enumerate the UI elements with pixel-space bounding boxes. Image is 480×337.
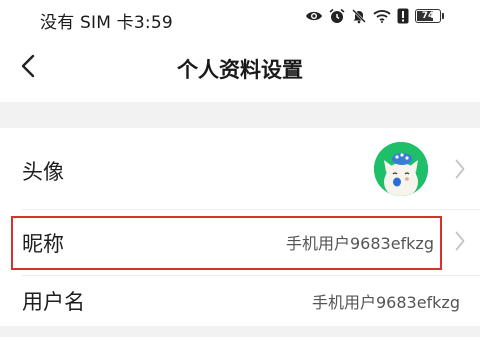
username-row: 用户名 手机用户9683efkzg bbox=[0, 276, 480, 326]
alarm-icon bbox=[329, 8, 345, 24]
page-title: 个人资料设置 bbox=[177, 58, 303, 82]
nickname-row[interactable]: 昵称 手机用户9683efkzg bbox=[0, 210, 480, 276]
username-row-label: 用户名 bbox=[22, 290, 85, 314]
section-divider bbox=[0, 102, 480, 128]
status-bar: 没有 SIM 卡3:59 74 bbox=[0, 0, 480, 34]
chevron-right-icon bbox=[452, 230, 468, 252]
chevron-right-icon bbox=[452, 158, 468, 180]
status-icons: 74 bbox=[305, 8, 444, 24]
section-divider-bottom bbox=[0, 326, 480, 337]
avatar-row-label: 头像 bbox=[22, 160, 64, 184]
battery-icon: 74 bbox=[415, 9, 444, 23]
battery-level: 74 bbox=[421, 11, 435, 21]
nav-bar: 个人资料设置 bbox=[0, 34, 480, 102]
mute-icon bbox=[351, 8, 367, 24]
avatar[interactable] bbox=[374, 142, 428, 196]
nickname-row-label: 昵称 bbox=[22, 232, 64, 256]
avatar-row[interactable]: 头像 bbox=[0, 128, 480, 210]
eye-icon bbox=[305, 9, 323, 23]
nickname-value: 手机用户9683efkzg bbox=[285, 234, 434, 253]
alert-icon bbox=[397, 8, 409, 24]
username-value: 手机用户9683efkzg bbox=[311, 293, 460, 312]
status-carrier-time: 没有 SIM 卡3:59 bbox=[40, 13, 173, 33]
wifi-icon bbox=[373, 9, 391, 23]
